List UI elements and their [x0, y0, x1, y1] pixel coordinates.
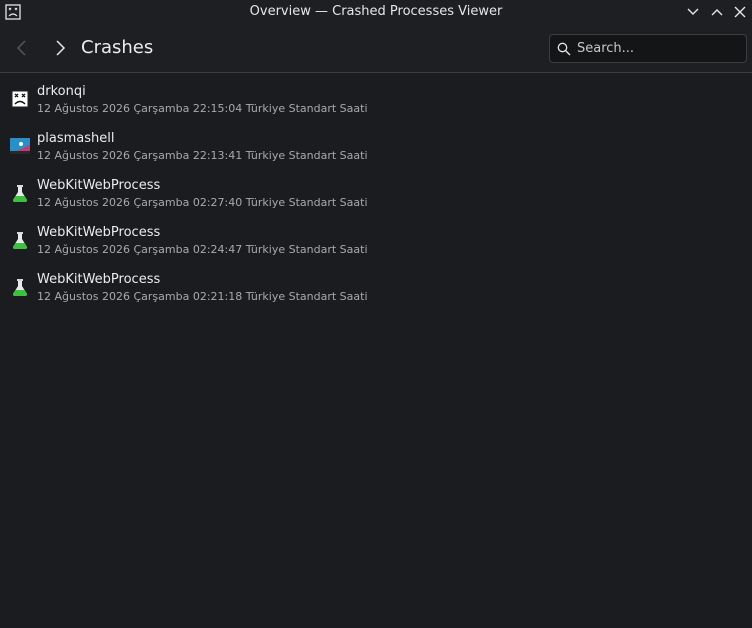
crash-date: 12 Ağustos 2026 Çarşamba 22:13:41 Türkiy…: [37, 149, 368, 162]
maximize-button[interactable]: [708, 3, 726, 21]
list-item[interactable]: drkonqi 12 Ağustos 2026 Çarşamba 22:15:0…: [0, 73, 752, 120]
crash-date: 12 Ağustos 2026 Çarşamba 02:24:47 Türkiy…: [37, 243, 368, 256]
title-bar: Overview — Crashed Processes Viewer: [0, 0, 752, 24]
flask-icon: [13, 279, 27, 296]
list-item[interactable]: WebKitWebProcess 12 Ağustos 2026 Çarşamb…: [0, 214, 752, 261]
forward-button[interactable]: [50, 38, 70, 58]
crash-name: WebKitWebProcess: [37, 225, 161, 240]
crash-name: WebKitWebProcess: [37, 178, 161, 193]
list-item[interactable]: WebKitWebProcess 12 Ağustos 2026 Çarşamb…: [0, 167, 752, 214]
list-item[interactable]: WebKitWebProcess 12 Ağustos 2026 Çarşamb…: [0, 261, 752, 308]
minimize-button[interactable]: [684, 3, 702, 21]
plasmashell-icon: [10, 138, 30, 154]
flask-icon: [13, 232, 27, 249]
drkonqi-icon: [11, 90, 29, 108]
crash-name: WebKitWebProcess: [37, 272, 161, 287]
back-button[interactable]: [12, 38, 32, 58]
close-button[interactable]: [731, 3, 749, 21]
crash-date: 12 Ağustos 2026 Çarşamba 22:15:04 Türkiy…: [37, 102, 368, 115]
page-title: Crashes: [81, 37, 154, 58]
search-icon: [557, 42, 571, 56]
crash-list: drkonqi 12 Ağustos 2026 Çarşamba 22:15:0…: [0, 73, 752, 308]
crash-name: drkonqi: [37, 84, 86, 99]
page-header: Crashes: [0, 24, 752, 73]
search-field[interactable]: [549, 34, 747, 63]
list-item[interactable]: plasmashell 12 Ağustos 2026 Çarşamba 22:…: [0, 120, 752, 167]
flask-icon: [13, 185, 27, 202]
window-title: Overview — Crashed Processes Viewer: [249, 4, 503, 19]
crash-date: 12 Ağustos 2026 Çarşamba 02:27:40 Türkiy…: [37, 196, 368, 209]
crash-name: plasmashell: [37, 131, 115, 146]
search-input[interactable]: [577, 35, 742, 62]
crash-date: 12 Ağustos 2026 Çarşamba 02:21:18 Türkiy…: [37, 290, 368, 303]
